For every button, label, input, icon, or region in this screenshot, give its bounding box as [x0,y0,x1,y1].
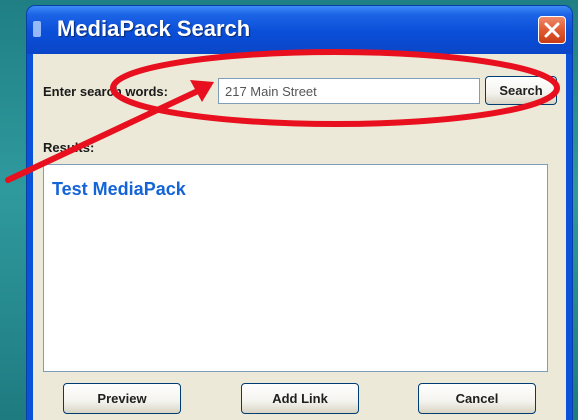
app-icon [33,21,41,37]
cancel-button[interactable]: Cancel [418,383,536,414]
result-item[interactable]: Test MediaPack [52,179,186,200]
title-bar[interactable]: MediaPack Search [27,6,572,54]
results-label: Results: [43,140,95,155]
search-button[interactable]: Search [485,76,557,105]
search-label: Enter search words: [43,84,168,99]
mediapack-search-dialog: MediaPack Search Enter search words: Sea… [27,6,572,420]
close-icon [544,22,560,38]
search-input[interactable] [218,78,480,104]
dialog-body: Enter search words: Search Results: Test… [33,54,566,420]
window-title: MediaPack Search [57,16,251,41]
add-link-button[interactable]: Add Link [241,383,359,414]
close-button[interactable] [538,16,566,44]
results-list[interactable]: Test MediaPack [43,164,548,372]
preview-button[interactable]: Preview [63,383,181,414]
